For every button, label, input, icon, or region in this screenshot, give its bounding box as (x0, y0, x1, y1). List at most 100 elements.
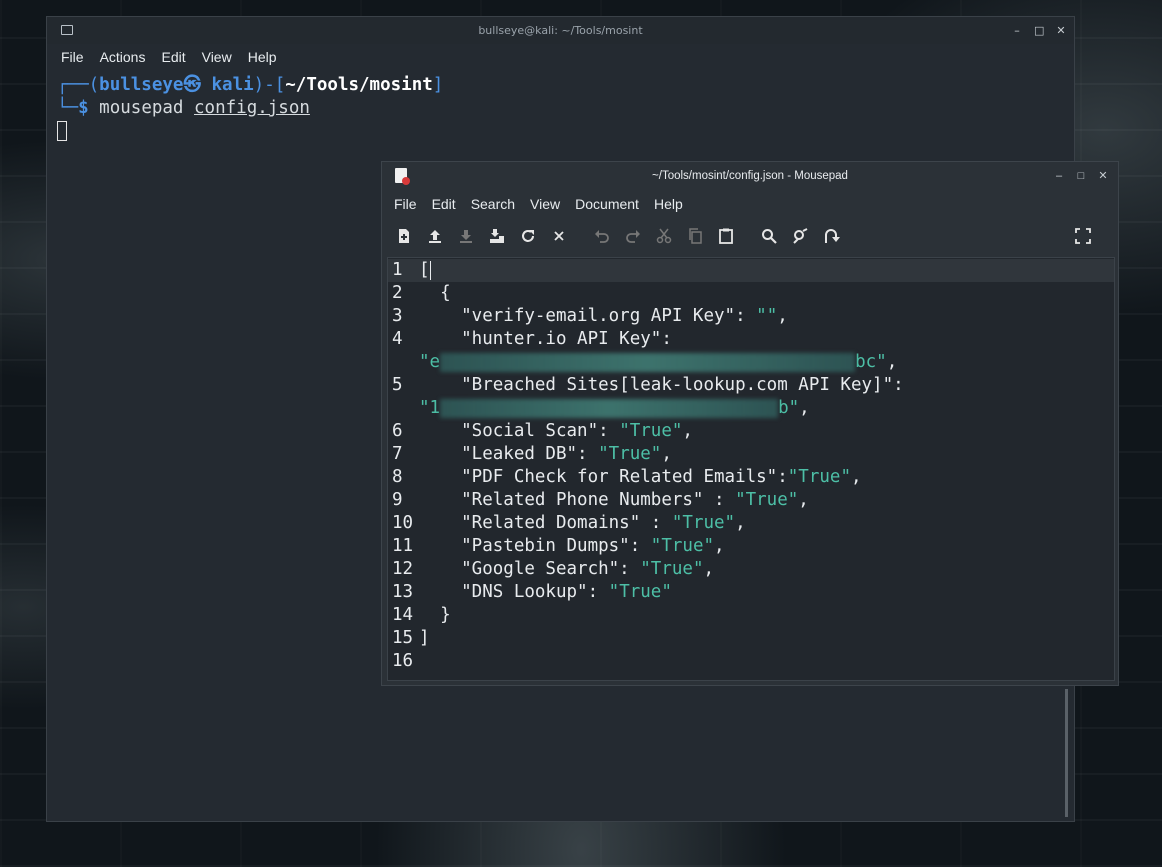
json-comma: , (850, 467, 862, 487)
prompt-cwd: ~/Tools/mosint (285, 75, 433, 95)
cut-icon[interactable] (654, 226, 674, 246)
line-number: 4 (392, 329, 403, 349)
code-line: 9 "Related Phone Numbers" : "True", (388, 489, 1114, 512)
line-number: 5 (392, 375, 403, 395)
json-comma: , (777, 306, 788, 326)
menu-file[interactable]: File (394, 196, 417, 212)
text-caret (429, 260, 432, 280)
mousepad-menubar: File Edit Search View Document Help (382, 189, 1118, 218)
prompt-bracket: )-[ (253, 75, 286, 95)
json-string-value: "" (756, 306, 778, 326)
json-key: "Related Phone Numbers" : (419, 490, 736, 510)
line-number: 14 (392, 605, 414, 625)
menu-edit[interactable]: Edit (432, 196, 456, 212)
code-line: 2 { (388, 282, 1114, 305)
terminal-title: bullseye@kali: ~/Tools/mosint (478, 24, 643, 37)
json-string-value: "True" (787, 467, 851, 487)
close-icon[interactable]: ✕ (1098, 169, 1108, 182)
json-string-value: "True" (640, 559, 704, 579)
code-line: 3 "verify-email.org API Key": "", (388, 305, 1114, 328)
prompt-user: bullseye (99, 75, 184, 95)
code-line: 15] (388, 627, 1114, 650)
save-icon[interactable] (456, 226, 476, 246)
menu-help[interactable]: Help (654, 196, 683, 212)
cursor-line (57, 120, 1064, 143)
json-string-value: "1 (419, 398, 441, 418)
line-number: 11 (392, 536, 414, 556)
terminal-app-icon (61, 25, 73, 35)
json-key: "DNS Lookup": (419, 582, 609, 602)
code-text: } (419, 605, 451, 625)
command-arg: config.json (194, 98, 310, 118)
maximize-icon[interactable]: □ (1076, 170, 1086, 182)
terminal-titlebar[interactable]: bullseye@kali: ~/Tools/mosint – □ ✕ (47, 17, 1074, 44)
close-tab-icon[interactable] (549, 226, 569, 246)
json-string-value: "True" (671, 513, 736, 533)
json-key: "Breached Sites[leak-lookup.com API Key]… (419, 375, 904, 395)
json-comma: , (714, 536, 725, 556)
menu-view[interactable]: View (530, 196, 560, 212)
close-icon[interactable]: ✕ (1056, 24, 1066, 37)
code-line: 6 "Social Scan": "True", (388, 420, 1114, 443)
undo-icon[interactable] (592, 226, 612, 246)
menu-edit[interactable]: Edit (161, 49, 185, 65)
code-line: 5 "Breached Sites[leak-lookup.com API Ke… (388, 374, 1114, 397)
code-line: 12 "Google Search": "True", (388, 558, 1114, 581)
line-number: 6 (392, 421, 403, 441)
prompt-dollar: $ (78, 98, 89, 118)
line-number: 1 (392, 260, 403, 280)
terminal-output[interactable]: ┌──(bullseye㉿ kali)-[~/Tools/mosint] └─$… (47, 70, 1074, 147)
terminal-menubar: File Actions Edit View Help (47, 44, 1074, 70)
code-line: 4 "hunter.io API Key": (388, 328, 1114, 351)
goto-icon[interactable] (821, 226, 841, 246)
terminal-scrollbar[interactable] (1065, 689, 1068, 817)
line-number: 7 (392, 444, 403, 464)
reload-icon[interactable] (518, 226, 538, 246)
terminal-window-controls: – □ ✕ (1012, 17, 1066, 44)
json-key: "hunter.io API Key": (419, 329, 672, 349)
menu-view[interactable]: View (202, 49, 232, 65)
line-number: 3 (392, 306, 403, 326)
paste-icon[interactable] (716, 226, 736, 246)
menu-actions[interactable]: Actions (100, 49, 146, 65)
command-text: mousepad (99, 98, 184, 118)
code-line-wrapped: "1 b", (388, 397, 1114, 420)
open-icon[interactable] (425, 226, 445, 246)
menu-help[interactable]: Help (248, 49, 277, 65)
json-comma: , (886, 352, 898, 372)
json-string-value: "True" (608, 582, 672, 602)
find-icon[interactable] (759, 226, 779, 246)
redo-icon[interactable] (623, 226, 643, 246)
code-line-wrapped: "e bc", (388, 351, 1114, 374)
code-line: 10 "Related Domains" : "True", (388, 512, 1114, 535)
minimize-icon[interactable]: – (1012, 24, 1022, 37)
line-number: 16 (392, 651, 414, 671)
editor-lines: 1[ 2 { 3 "verify-email.org API Key": "",… (388, 259, 1114, 673)
menu-document[interactable]: Document (575, 196, 639, 212)
minimize-icon[interactable]: – (1054, 170, 1064, 182)
terminal-cursor (57, 121, 67, 141)
code-line: 14 } (388, 604, 1114, 627)
prompt-line-1: ┌──(bullseye㉿ kali)-[~/Tools/mosint] (57, 74, 1064, 97)
json-key: "PDF Check for Related Emails": (419, 467, 788, 487)
maximize-icon[interactable]: □ (1034, 24, 1044, 37)
mousepad-window[interactable]: ~/Tools/mosint/config.json - Mousepad – … (381, 161, 1119, 686)
menu-search[interactable]: Search (471, 196, 515, 212)
code-line: 11 "Pastebin Dumps": "True", (388, 535, 1114, 558)
find-replace-icon[interactable] (790, 226, 810, 246)
new-document-icon[interactable] (394, 226, 414, 246)
mousepad-title: ~/Tools/mosint/config.json - Mousepad (652, 169, 848, 182)
editor-text-area[interactable]: 1[ 2 { 3 "verify-email.org API Key": "",… (387, 257, 1115, 681)
fullscreen-icon[interactable] (1073, 226, 1093, 246)
code-text: { (419, 283, 451, 303)
json-string-value: "True" (650, 536, 715, 556)
line-number: 12 (392, 559, 414, 579)
json-comma: , (682, 421, 693, 441)
menu-file[interactable]: File (61, 49, 84, 65)
save-as-icon[interactable] (487, 226, 507, 246)
copy-icon[interactable] (685, 226, 705, 246)
json-string-value: "True" (598, 444, 662, 464)
mousepad-titlebar[interactable]: ~/Tools/mosint/config.json - Mousepad – … (382, 162, 1118, 189)
mousepad-window-controls: – □ ✕ (1054, 162, 1108, 189)
code-line: 8 "PDF Check for Related Emails":"True", (388, 466, 1114, 489)
